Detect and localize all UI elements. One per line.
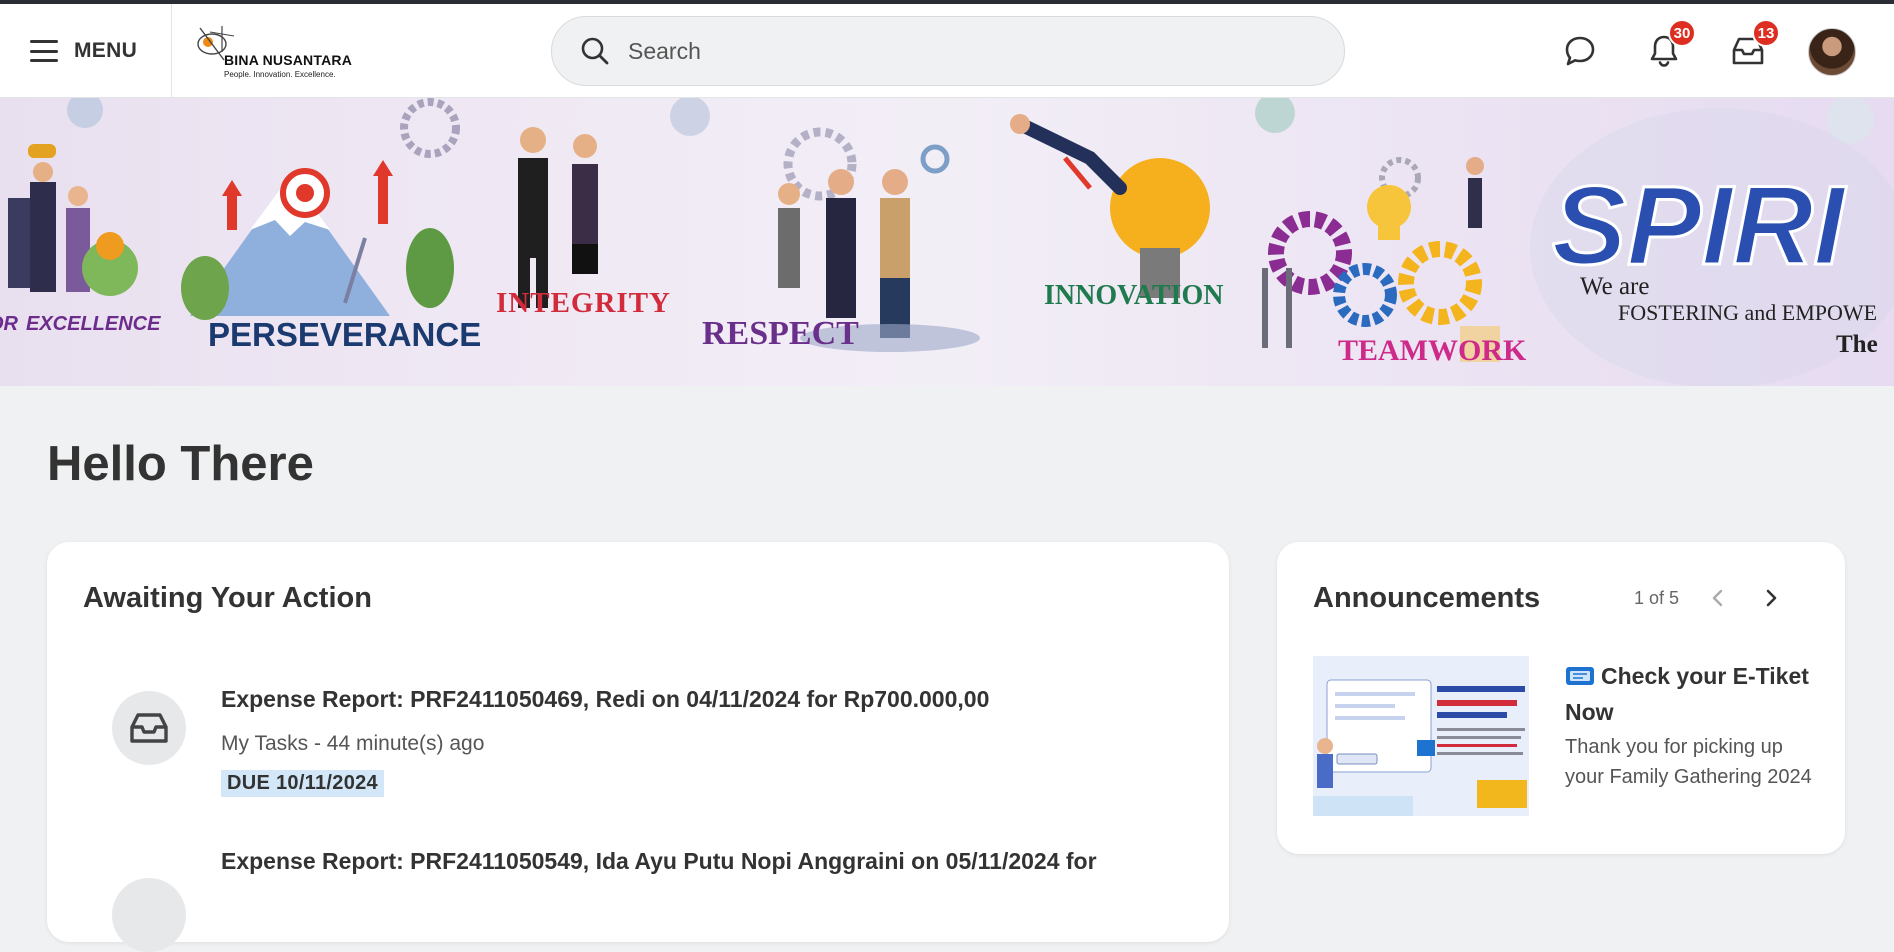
task-title-link[interactable]: Expense Report: PRF2411050549, Ida Ayu P… bbox=[221, 848, 1097, 875]
search-input[interactable] bbox=[628, 37, 1308, 65]
announcement-thumbnail[interactable] bbox=[1313, 656, 1529, 816]
announcement-image bbox=[1313, 656, 1529, 816]
illustration-perseverance bbox=[181, 160, 454, 320]
chat-bubble-icon bbox=[1565, 36, 1595, 66]
task-due-badge: DUE 10/11/2024 bbox=[221, 770, 384, 797]
announcement-headline-text: Check your E-Tiket Now bbox=[1565, 663, 1809, 725]
inbox-badge: 13 bbox=[1752, 19, 1780, 47]
global-header: MENU BINA NUSANTARA People. Innovation. … bbox=[0, 4, 1894, 98]
previous-announcement-button[interactable] bbox=[1704, 584, 1732, 612]
value-respect: RESPECT bbox=[702, 315, 859, 352]
greeting-title: Hello There bbox=[47, 437, 314, 491]
awaiting-action-title: Awaiting Your Action bbox=[83, 582, 372, 614]
awaiting-action-card: Awaiting Your Action Expense Report: PRF… bbox=[47, 542, 1229, 952]
announcements-card: Announcements 1 of 5 Check your E-Tiket … bbox=[1277, 542, 1845, 854]
banner-line-1: We are bbox=[1580, 273, 1649, 300]
illustration-teamwork bbox=[1262, 157, 1500, 362]
hamburger-icon bbox=[30, 40, 58, 62]
search-icon bbox=[581, 37, 609, 65]
value-perseverance: PERSEVERANCE bbox=[208, 316, 481, 353]
ticket-icon bbox=[1566, 667, 1594, 685]
logo-name: BINA NUSANTARA bbox=[224, 52, 353, 68]
banner-spirit-title: SPIRI bbox=[1552, 163, 1847, 288]
task-meta: My Tasks - 44 minute(s) ago bbox=[221, 732, 485, 755]
chat-button[interactable] bbox=[1560, 31, 1600, 71]
inbox-button[interactable]: 13 bbox=[1728, 19, 1780, 71]
task-icon-wrap bbox=[112, 878, 186, 952]
illustration-integrity bbox=[518, 127, 598, 308]
value-excellence: EXCELLENCE bbox=[26, 313, 161, 335]
next-announcement-button[interactable] bbox=[1757, 584, 1785, 612]
company-logo[interactable]: BINA NUSANTARA People. Innovation. Excel… bbox=[196, 22, 352, 82]
announcement-body: Thank you for picking up your Family Gat… bbox=[1565, 736, 1812, 788]
values-banner: OR EXCELLENCE PERSEVERANCE INTEGRITY RES… bbox=[0, 98, 1894, 386]
menu-label: MENU bbox=[74, 39, 138, 62]
announcement-headline[interactable]: Check your E-Tiket Now bbox=[1565, 658, 1815, 730]
illustration-innovation bbox=[1010, 114, 1210, 298]
task-title-link[interactable]: Expense Report: PRF2411050469, Redi on 0… bbox=[221, 686, 989, 713]
banner-line-3: The bbox=[1836, 331, 1878, 358]
chevron-left-icon bbox=[1712, 589, 1723, 607]
banner-prefix: OR bbox=[0, 313, 19, 335]
logo-tagline: People. Innovation. Excellence. bbox=[224, 70, 336, 79]
task-icon-wrap bbox=[112, 691, 186, 765]
announcements-pager: 1 of 5 bbox=[1634, 588, 1680, 608]
announcements-title: Announcements bbox=[1313, 582, 1541, 614]
user-avatar[interactable] bbox=[1808, 28, 1856, 76]
chevron-right-icon bbox=[1766, 589, 1777, 607]
notifications-badge: 30 bbox=[1668, 19, 1696, 47]
banner-line-2: FOSTERING and EMPOWE bbox=[1618, 300, 1877, 325]
value-innovation: INNOVATION bbox=[1044, 280, 1223, 311]
illustration-excellence bbox=[8, 144, 138, 296]
inbox-tray-icon bbox=[130, 713, 168, 743]
notifications-button[interactable]: 30 bbox=[1644, 19, 1696, 71]
value-integrity: INTEGRITY bbox=[496, 287, 671, 319]
banner-illustration: OR EXCELLENCE PERSEVERANCE INTEGRITY RES… bbox=[0, 98, 1894, 386]
menu-button[interactable]: MENU bbox=[0, 4, 172, 98]
search-bar[interactable] bbox=[551, 16, 1345, 86]
value-teamwork: TEAMWORK bbox=[1338, 334, 1527, 367]
